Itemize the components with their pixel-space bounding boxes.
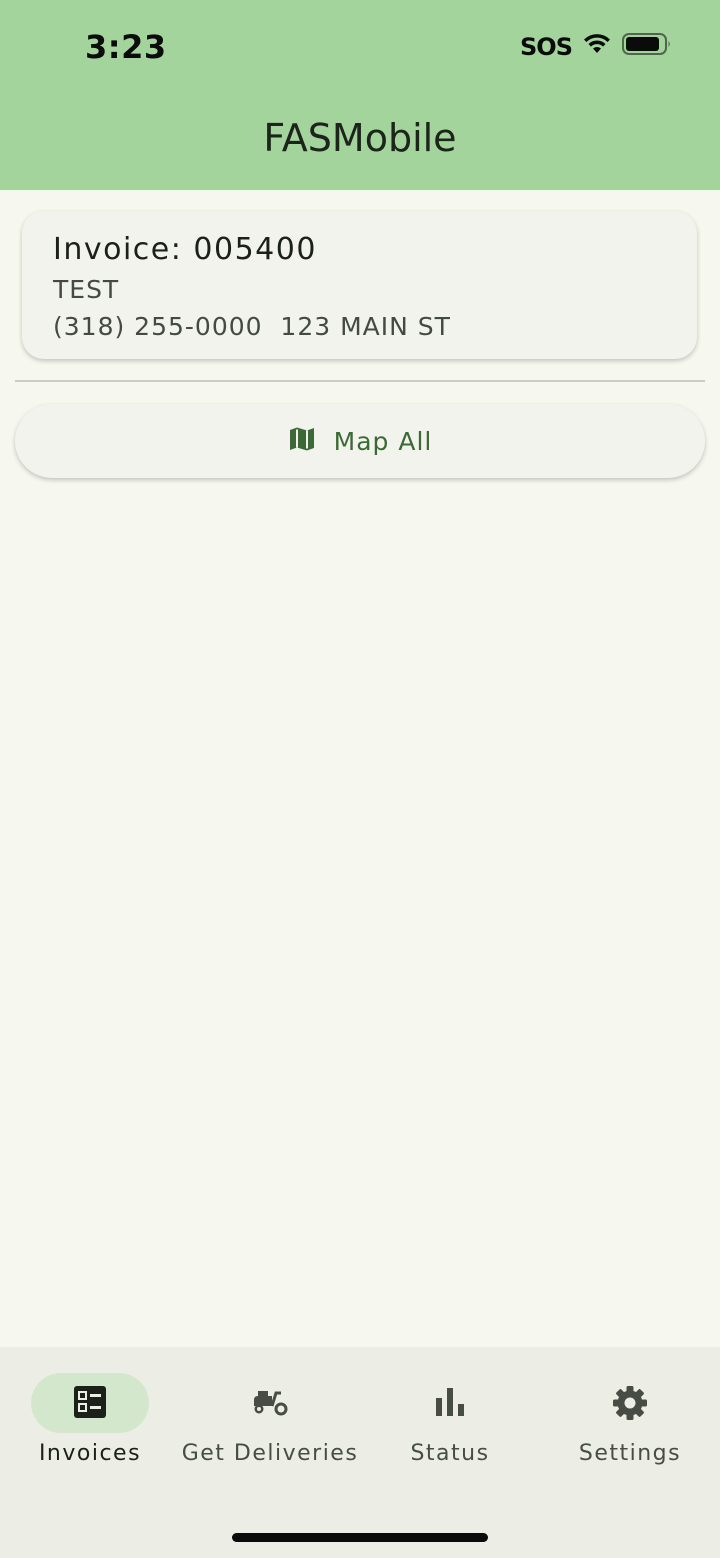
status-time: 3:23 xyxy=(85,28,167,66)
bottom-navigation: Invoices Get Deliveries Status Settings xyxy=(0,1347,720,1558)
nav-label-status: Status xyxy=(410,1441,490,1466)
app-bar: 3:23 SOS FASMobile xyxy=(0,0,720,190)
carrier-label: SOS xyxy=(520,32,573,61)
divider xyxy=(15,380,705,382)
battery-icon xyxy=(622,32,672,61)
gear-icon xyxy=(540,1385,720,1421)
map-icon xyxy=(288,426,316,457)
invoice-customer-name: TEST xyxy=(53,275,120,304)
invoice-phone-address: (318) 255-0000 123 MAIN ST xyxy=(53,312,451,341)
bar-chart-icon xyxy=(360,1385,540,1419)
nav-item-invoices[interactable]: Invoices xyxy=(0,1347,180,1487)
nav-label-settings: Settings xyxy=(578,1441,682,1466)
map-all-label: Map All xyxy=(333,426,433,456)
page-title: FASMobile xyxy=(263,116,457,160)
nav-item-get-deliveries[interactable]: Get Deliveries xyxy=(180,1347,360,1487)
moped-icon xyxy=(180,1385,360,1419)
invoices-icon xyxy=(0,1385,180,1419)
status-indicators: SOS xyxy=(520,32,672,61)
invoice-number: Invoice: 005400 xyxy=(53,232,317,267)
nav-label-get-deliveries: Get Deliveries xyxy=(181,1441,359,1466)
nav-label-invoices: Invoices xyxy=(38,1441,142,1466)
nav-item-settings[interactable]: Settings xyxy=(540,1347,720,1487)
invoice-card[interactable]: Invoice: 005400 TEST (318) 255-0000 123 … xyxy=(22,211,697,359)
home-indicator xyxy=(232,1533,488,1542)
nav-item-status[interactable]: Status xyxy=(360,1347,540,1487)
map-all-button[interactable]: Map All xyxy=(15,404,705,478)
wifi-icon xyxy=(582,33,612,60)
